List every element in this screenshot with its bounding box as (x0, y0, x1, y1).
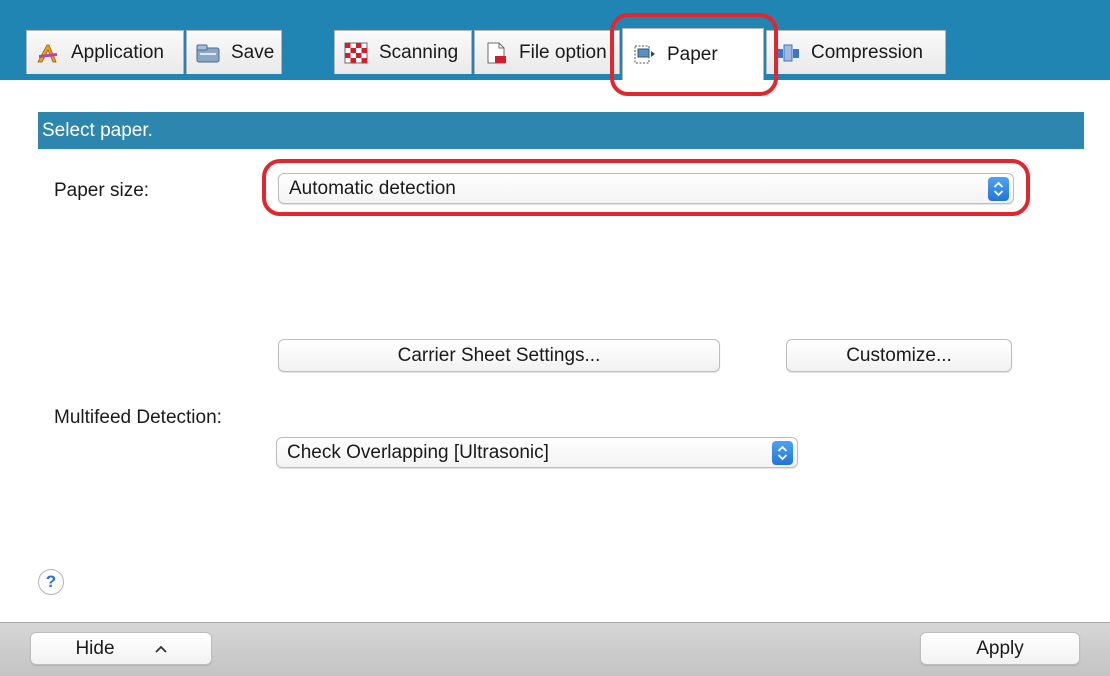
tab-compression[interactable]: Compression (766, 30, 946, 74)
multifeed-detection-select[interactable]: Check Overlapping [Ultrasonic] (276, 437, 798, 468)
tab-application[interactable]: Application (26, 30, 184, 74)
tab-save[interactable]: Save (186, 30, 282, 74)
tab-paper[interactable]: Paper (622, 28, 764, 80)
apply-button[interactable]: Apply (920, 632, 1080, 665)
section-header: Select paper. (38, 112, 1084, 149)
paper-size-value: Automatic detection (289, 177, 456, 199)
multifeed-detection-value: Check Overlapping [Ultrasonic] (287, 441, 549, 463)
multifeed-detection-label: Multifeed Detection: (54, 407, 222, 428)
paper-icon (631, 43, 657, 67)
updown-arrows-icon (988, 177, 1009, 201)
file-option-icon (483, 41, 509, 65)
paper-size-label: Paper size: (54, 180, 150, 201)
tab-file-option-label: File option (519, 41, 607, 63)
scan-settings-window: Application Save Scanning File option Pa… (0, 0, 1110, 676)
scanning-icon (343, 41, 369, 65)
help-icon: ? (45, 572, 57, 591)
customize-button[interactable]: Customize... (786, 339, 1012, 372)
tab-paper-label: Paper (667, 43, 718, 65)
hide-button-label: Hide (75, 637, 115, 659)
hide-button[interactable]: Hide (30, 632, 212, 665)
carrier-sheet-settings-button[interactable]: Carrier Sheet Settings... (278, 339, 720, 372)
tab-scanning-label: Scanning (379, 41, 459, 63)
paper-size-select[interactable]: Automatic detection (278, 173, 1014, 204)
tab-compression-label: Compression (811, 41, 923, 63)
tab-save-label: Save (231, 41, 275, 63)
tab-application-label: Application (71, 41, 164, 63)
section-title: Select paper. (42, 119, 153, 141)
help-button[interactable]: ? (38, 569, 64, 595)
compression-icon (775, 41, 801, 65)
save-icon (195, 41, 221, 65)
updown-arrows-icon (772, 441, 793, 465)
tab-scanning[interactable]: Scanning (334, 30, 472, 74)
tab-file-option[interactable]: File option (474, 30, 620, 74)
chevron-up-icon (154, 645, 167, 653)
application-icon (35, 41, 61, 65)
